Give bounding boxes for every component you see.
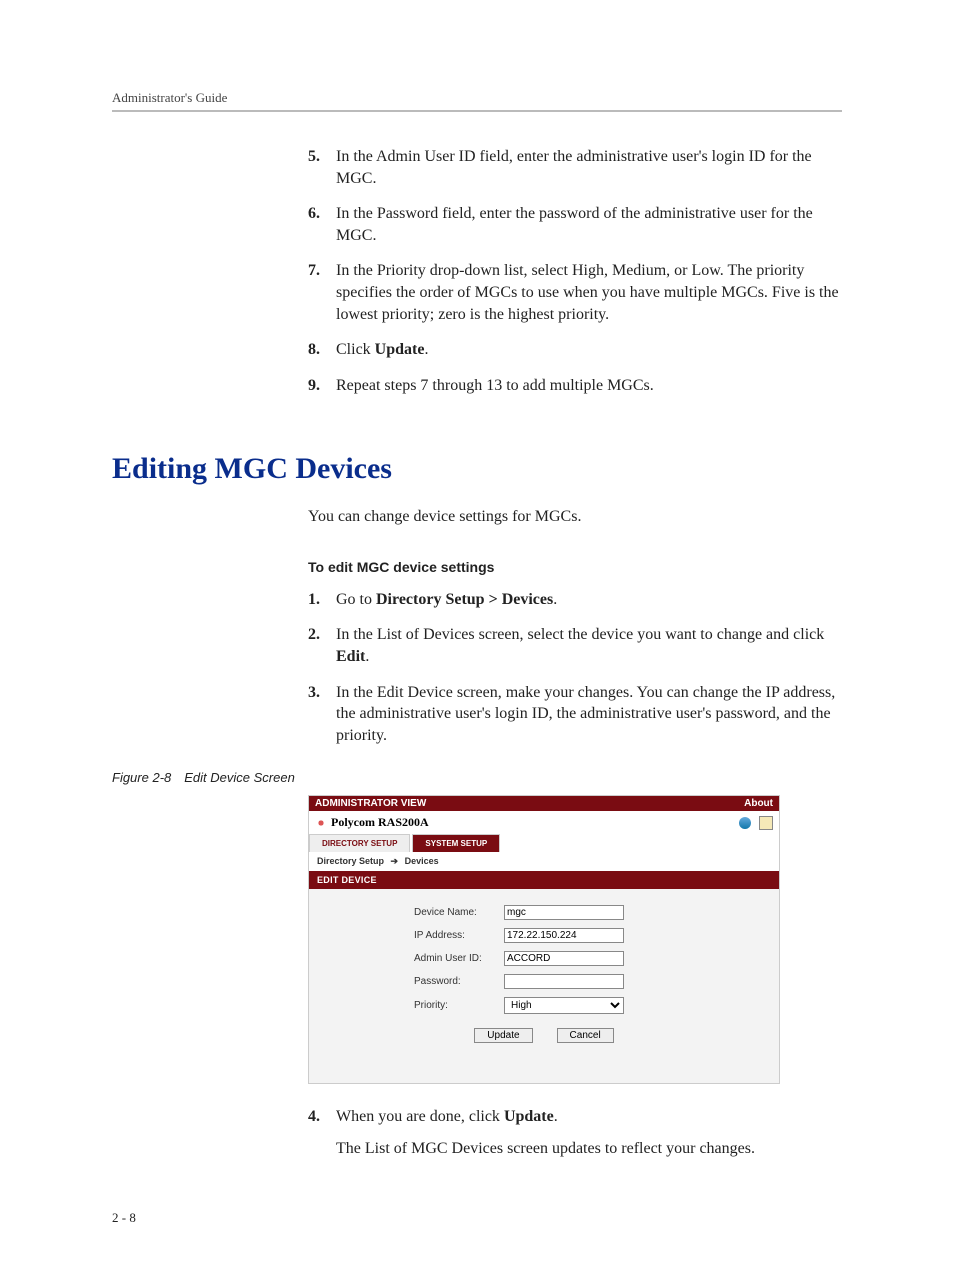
unlock-icon[interactable] [759, 816, 773, 830]
step-number: 1. [308, 589, 336, 611]
step-number: 2. [308, 624, 336, 667]
step: 1.Go to Directory Setup > Devices. [308, 589, 842, 611]
label-admin-user: Admin User ID: [414, 953, 504, 964]
panel-body: Device Name: IP Address: Admin User ID: … [309, 889, 779, 1083]
cancel-button[interactable]: Cancel [557, 1028, 614, 1043]
subhead: To edit MGC device settings [308, 559, 842, 575]
device-name-field[interactable] [504, 905, 624, 920]
step-text: In the Password field, enter the passwor… [336, 203, 842, 246]
step: 2.In the List of Devices screen, select … [308, 624, 842, 667]
steps-top: 5.In the Admin User ID field, enter the … [308, 146, 842, 396]
label-ip-address: IP Address: [414, 930, 504, 941]
intro-text: You can change device settings for MGCs. [308, 506, 842, 528]
step: 6.In the Password field, enter the passw… [308, 203, 842, 246]
step-text: Go to Directory Setup > Devices. [336, 589, 557, 611]
tab-bar: DIRECTORY SETUP SYSTEM SETUP [309, 834, 779, 852]
help-icon[interactable] [739, 817, 751, 829]
step-number: 4. [308, 1106, 336, 1128]
window-title: ADMINISTRATOR VIEW [315, 798, 426, 809]
figure-caption: Figure 2-8 Edit Device Screen [112, 770, 842, 785]
step-text: When you are done, click Update. [336, 1106, 558, 1128]
step-number: 3. [308, 682, 336, 747]
breadcrumb-leaf: Devices [405, 856, 439, 866]
step: 3.In the Edit Device screen, make your c… [308, 682, 842, 747]
header-rule [112, 110, 842, 112]
label-password: Password: [414, 976, 504, 987]
after-step-para: The List of MGC Devices screen updates t… [336, 1138, 842, 1160]
step-text: In the List of Devices screen, select th… [336, 624, 842, 667]
label-priority: Priority: [414, 1000, 504, 1011]
edit-device-form: Device Name: IP Address: Admin User ID: … [414, 905, 674, 1043]
admin-user-field[interactable] [504, 951, 624, 966]
window-titlebar: ADMINISTRATOR VIEW About [309, 796, 779, 811]
edit-device-screenshot: ADMINISTRATOR VIEW About Polycom RAS200A… [308, 795, 780, 1084]
about-link[interactable]: About [744, 798, 773, 809]
step-number: 9. [308, 375, 336, 397]
update-button[interactable]: Update [474, 1028, 532, 1043]
step-text: In the Priority drop-down list, select H… [336, 260, 842, 325]
product-name: Polycom RAS200A [331, 815, 429, 830]
polycom-logo-icon [315, 817, 327, 829]
step-text: In the Admin User ID field, enter the ad… [336, 146, 842, 189]
breadcrumb-root[interactable]: Directory Setup [317, 856, 384, 866]
steps-after: 4.When you are done, click Update. [308, 1106, 842, 1128]
step: 8.Click Update. [308, 339, 842, 361]
step-number: 6. [308, 203, 336, 246]
step: 5.In the Admin User ID field, enter the … [308, 146, 842, 189]
step-number: 5. [308, 146, 336, 189]
label-device-name: Device Name: [414, 907, 504, 918]
step: 4.When you are done, click Update. [308, 1106, 842, 1128]
page-number: 2 - 8 [112, 1210, 842, 1226]
step: 9.Repeat steps 7 through 13 to add multi… [308, 375, 842, 397]
password-field[interactable] [504, 974, 624, 989]
ip-address-field[interactable] [504, 928, 624, 943]
breadcrumb: Directory Setup ➔ Devices [309, 852, 779, 871]
tab-system-setup[interactable]: SYSTEM SETUP [412, 834, 500, 852]
step: 7.In the Priority drop-down list, select… [308, 260, 842, 325]
product-bar: Polycom RAS200A [309, 811, 779, 834]
panel-title: EDIT DEVICE [309, 871, 779, 889]
step-number: 8. [308, 339, 336, 361]
step-text: Repeat steps 7 through 13 to add multipl… [336, 375, 654, 397]
tab-directory-setup[interactable]: DIRECTORY SETUP [309, 834, 410, 852]
running-head: Administrator's Guide [112, 90, 842, 106]
section-heading: Editing MGC Devices [112, 452, 842, 486]
step-text: In the Edit Device screen, make your cha… [336, 682, 842, 747]
steps-mid: 1.Go to Directory Setup > Devices.2.In t… [308, 589, 842, 747]
priority-select[interactable]: High [504, 997, 624, 1014]
arrow-icon: ➔ [391, 856, 399, 866]
step-number: 7. [308, 260, 336, 325]
step-text: Click Update. [336, 339, 428, 361]
